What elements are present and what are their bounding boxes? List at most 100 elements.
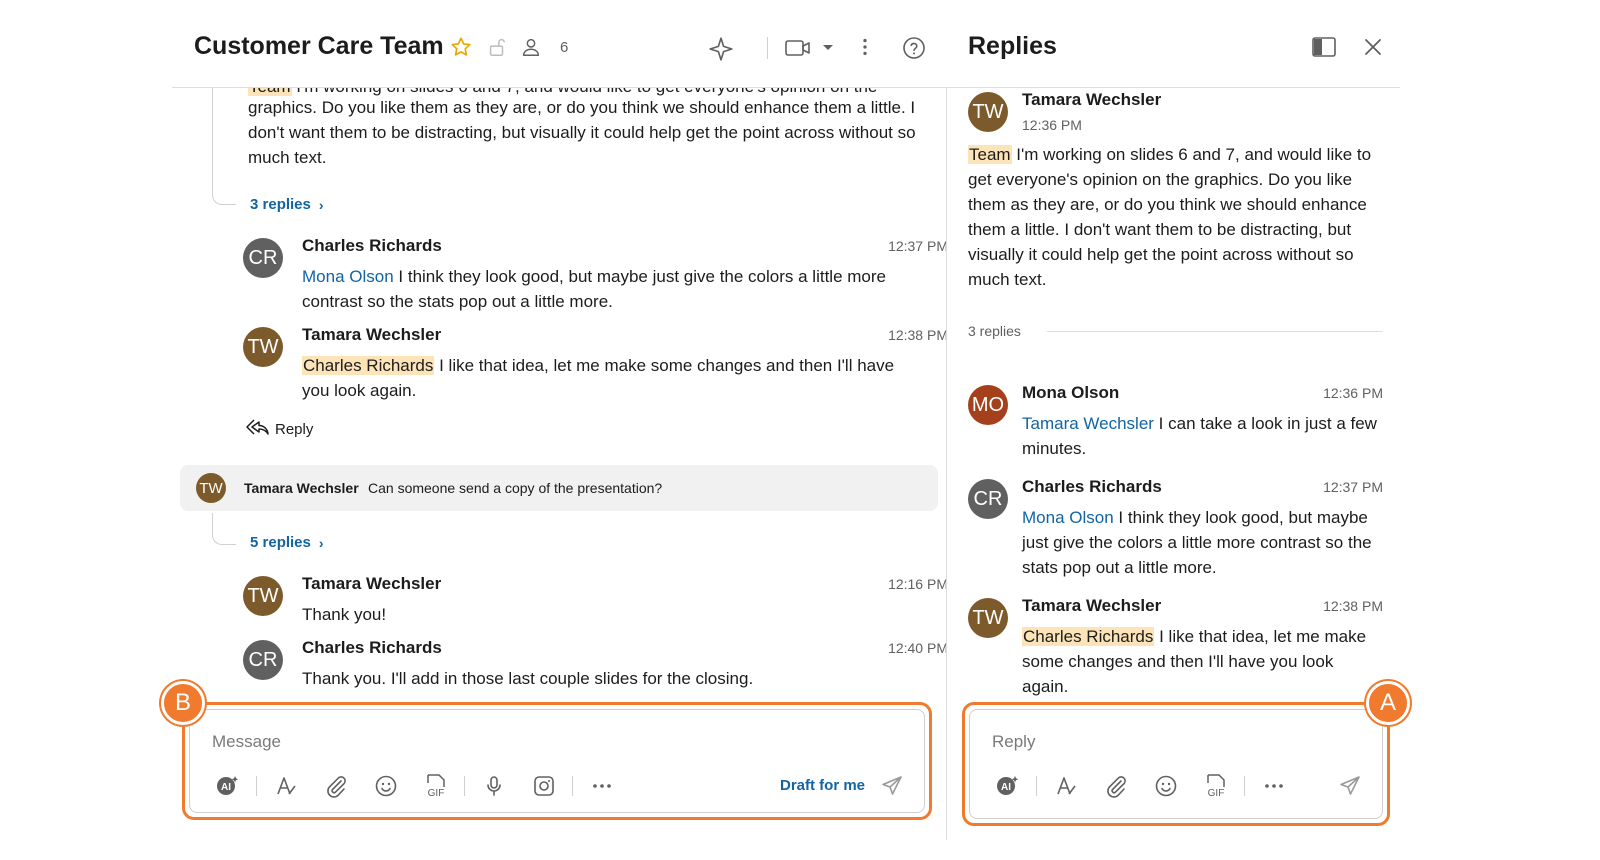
more-vertical-icon[interactable]	[854, 36, 878, 60]
avatar[interactable]: TW	[243, 576, 283, 616]
message-list[interactable]: Team I'm working on slides 6 and 7, and …	[172, 88, 967, 700]
mention-team[interactable]: Team	[968, 145, 1012, 164]
chevron-right-icon: ›	[318, 534, 324, 551]
help-icon[interactable]	[902, 36, 926, 60]
mention[interactable]: Charles Richards	[302, 356, 435, 375]
channel-pane: Customer Care Team 6 Team I'm	[172, 0, 967, 860]
author-name[interactable]: Tamara Wechsler	[302, 574, 441, 594]
format-icon[interactable]	[272, 772, 300, 800]
message-body: Charles Richards I like that idea, let m…	[302, 356, 895, 400]
thread-reply-message: CR Charles Richards 12:37 PM Mona Olson …	[243, 236, 948, 316]
message-time[interactable]: 12:38 PM	[1323, 598, 1383, 614]
video-icon[interactable]	[784, 36, 814, 60]
thread-parent-row[interactable]: TW Tamara Wechsler Can someone send a co…	[180, 465, 938, 511]
reply-composer: AI GIF	[969, 709, 1383, 819]
more-horizontal-icon[interactable]	[588, 772, 616, 800]
toolbar-divider	[1244, 776, 1245, 796]
reply-message: TW Tamara Wechsler 12:38 PM Charles Rich…	[968, 596, 1383, 696]
attach-icon[interactable]	[1102, 772, 1130, 800]
avatar[interactable]: CR	[243, 640, 283, 680]
toolbar-divider	[464, 776, 465, 796]
emoji-icon[interactable]	[1152, 772, 1180, 800]
avatar[interactable]: TW	[243, 327, 283, 367]
more-horizontal-icon[interactable]	[1260, 772, 1288, 800]
author-name[interactable]: Charles Richards	[1022, 477, 1162, 497]
chevron-right-icon: ›	[318, 196, 324, 213]
emoji-icon[interactable]	[372, 772, 400, 800]
avatar[interactable]: TW	[968, 92, 1008, 132]
reply-input[interactable]	[992, 732, 1292, 752]
ai-icon[interactable]: AI	[994, 772, 1022, 800]
message-time[interactable]: 12:36 PM	[1323, 385, 1383, 401]
message-time[interactable]: 12:16 PM	[888, 576, 948, 592]
send-icon[interactable]	[878, 772, 906, 800]
attach-icon[interactable]	[322, 772, 350, 800]
thread-parent-message: TW Tamara Wechsler 12:36 PM	[968, 90, 1383, 140]
member-count[interactable]: 6	[560, 39, 568, 56]
chevron-down-icon[interactable]	[820, 36, 844, 60]
format-icon[interactable]	[1052, 772, 1080, 800]
message-body: Thank you!	[302, 605, 387, 624]
channel-header: Customer Care Team 6	[172, 0, 967, 88]
avatar[interactable]: CR	[968, 479, 1008, 519]
draft-for-me-button[interactable]: Draft for me	[780, 777, 865, 794]
reply-message: MO Mona Olson 12:36 PM Tamara Wechsler I…	[968, 383, 1383, 473]
author-name[interactable]: Mona Olson	[1022, 383, 1119, 403]
reply-composer-highlight: AI GIF	[962, 702, 1390, 826]
header-divider	[767, 37, 768, 59]
mention[interactable]: Tamara Wechsler	[1022, 414, 1154, 433]
send-icon[interactable]	[1336, 772, 1364, 800]
author-name[interactable]: Tamara Wechsler	[1022, 596, 1161, 616]
message-time[interactable]: 12:38 PM	[888, 327, 948, 343]
avatar[interactable]: TW	[968, 598, 1008, 638]
close-icon[interactable]	[1361, 35, 1385, 59]
avatar[interactable]: CR	[243, 238, 283, 278]
gif-icon[interactable]: GIF	[1202, 772, 1230, 800]
replies-title: Replies	[968, 32, 1057, 60]
avatar[interactable]: MO	[968, 385, 1008, 425]
message-time[interactable]: 12:40 PM	[888, 640, 948, 656]
message-composer-highlight: AI GIF	[182, 702, 932, 820]
reply-button[interactable]: Reply	[245, 418, 313, 440]
thread-replies-link[interactable]: 5 replies ›	[250, 534, 324, 551]
sparkle-icon[interactable]	[708, 36, 733, 61]
message-body: Tamara Wechsler I can take a look in jus…	[1022, 414, 1377, 458]
author-name[interactable]: Charles Richards	[302, 236, 442, 256]
message-time[interactable]: 12:37 PM	[888, 238, 948, 254]
mention[interactable]: Charles Richards	[1022, 627, 1155, 646]
message-time[interactable]: 12:36 PM	[1022, 117, 1082, 133]
author-name[interactable]: Charles Richards	[302, 638, 442, 658]
svg-text:GIF: GIF	[428, 788, 445, 799]
svg-text:GIF: GIF	[1208, 788, 1225, 799]
mention[interactable]: Mona Olson	[1022, 508, 1114, 527]
author-name[interactable]: Tamara Wechsler	[244, 480, 359, 496]
sidebar-toggle-icon[interactable]	[1311, 35, 1336, 59]
avatar[interactable]: TW	[196, 473, 226, 503]
callout-badge-a: A	[1366, 681, 1410, 725]
author-name[interactable]: Tamara Wechsler	[1022, 90, 1161, 110]
unlock-icon[interactable]	[486, 36, 510, 60]
channel-title[interactable]: Customer Care Team	[194, 32, 444, 61]
star-icon[interactable]	[450, 36, 474, 60]
person-icon[interactable]	[520, 36, 544, 60]
replies-pane: Replies TW Tamara Wechsler 12:36 PM Team…	[947, 0, 1400, 860]
thread-connector	[212, 513, 236, 545]
thread-replies-link[interactable]: 3 replies ›	[250, 196, 324, 213]
reply-arrow-icon	[245, 418, 269, 440]
toolbar-divider	[256, 776, 257, 796]
message-body: Can someone send a copy of the presentat…	[368, 480, 663, 496]
parent-message-text-rest: graphics. Do you like them as they are, …	[248, 98, 916, 167]
message-body: Mona Olson I think they look good, but m…	[1022, 508, 1372, 577]
message-body: Mona Olson I think they look good, but m…	[302, 267, 886, 311]
microphone-icon[interactable]	[480, 772, 508, 800]
ai-icon[interactable]: AI	[214, 772, 242, 800]
message-time[interactable]: 12:37 PM	[1323, 479, 1383, 495]
replies-header: Replies	[947, 0, 1400, 88]
gif-icon[interactable]: GIF	[422, 772, 450, 800]
camera-icon[interactable]	[530, 772, 558, 800]
replies-count: 3 replies	[968, 323, 1021, 339]
message-input[interactable]	[212, 732, 612, 752]
author-name[interactable]: Tamara Wechsler	[302, 325, 441, 345]
mention[interactable]: Mona Olson	[302, 267, 394, 286]
toolbar-divider	[572, 776, 573, 796]
